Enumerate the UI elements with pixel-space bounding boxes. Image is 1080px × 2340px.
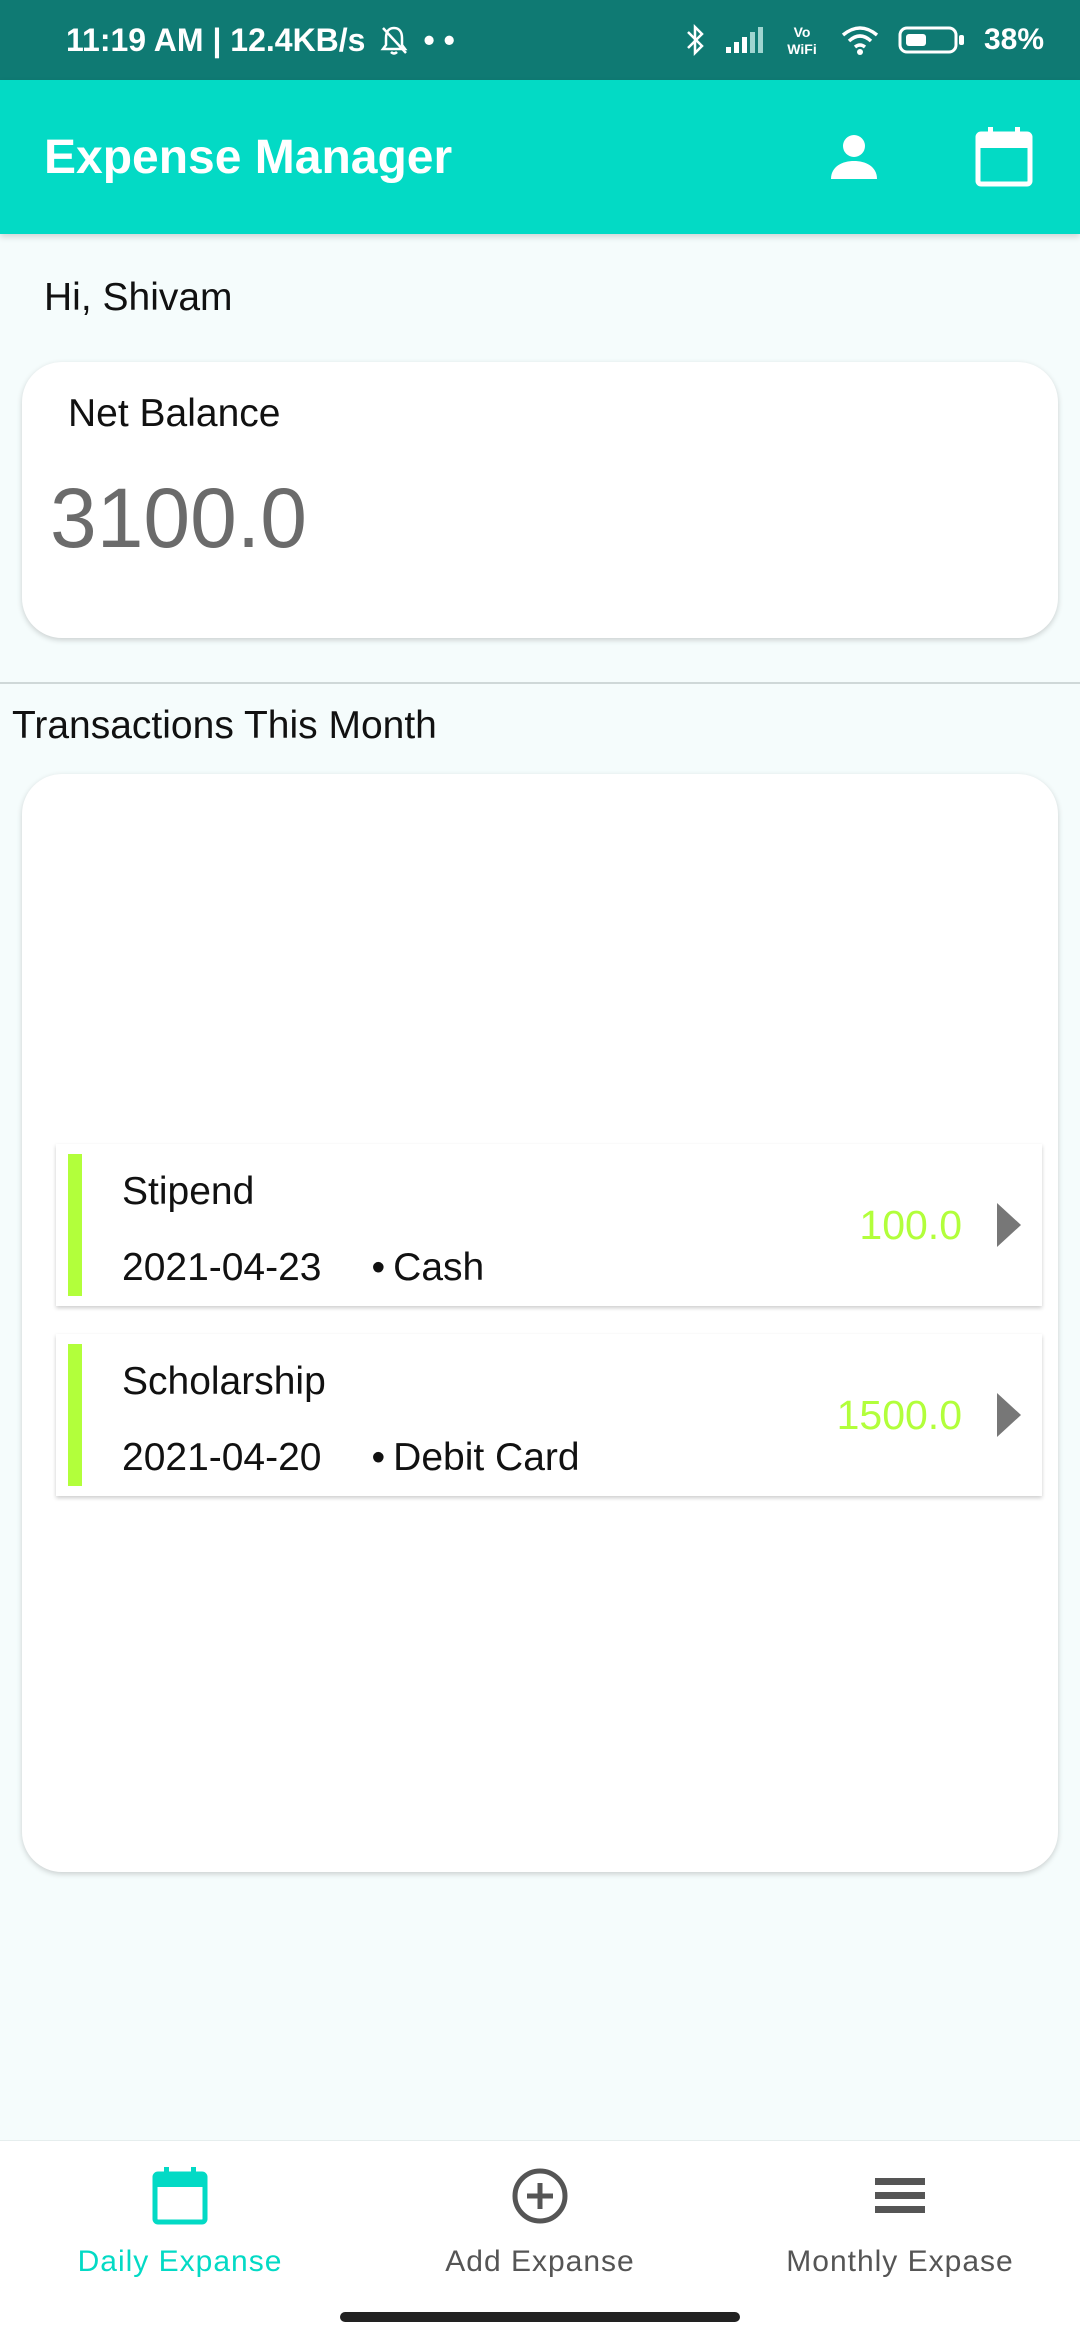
- nav-add-expanse[interactable]: Add Expanse: [360, 2141, 720, 2340]
- transaction-amount: 1500.0: [836, 1392, 962, 1438]
- transactions-title: Transactions This Month: [12, 704, 437, 747]
- chevron-right-icon: [997, 1393, 1021, 1437]
- transaction-item-stipend[interactable]: Stipend 2021-04-23 Cash 100.0: [56, 1144, 1042, 1306]
- greeting: Hi, Shivam: [44, 276, 233, 319]
- bottom-nav: Daily Expanse Add Expanse Monthly Expase: [0, 2140, 1080, 2340]
- transaction-method: Cash: [372, 1246, 484, 1290]
- transaction-name: Stipend: [122, 1170, 255, 1213]
- income-indicator: [68, 1344, 82, 1486]
- calendar-icon[interactable]: [972, 125, 1036, 189]
- status-left: 11:19 AM | 12.4KB/s • •: [66, 22, 455, 59]
- signal-icon: [724, 25, 764, 55]
- transaction-meta: 2021-04-23 Cash: [122, 1246, 484, 1290]
- profile-icon[interactable]: [822, 125, 886, 189]
- menu-icon: [869, 2165, 931, 2227]
- transactions-card: Stipend 2021-04-23 Cash 100.0 Scholarshi…: [22, 774, 1058, 1872]
- home-indicator[interactable]: [340, 2312, 740, 2322]
- wifi-icon: [840, 24, 880, 56]
- transaction-meta: 2021-04-20 Debit Card: [122, 1436, 580, 1480]
- balance-label: Net Balance: [68, 392, 281, 435]
- status-bar: 11:19 AM | 12.4KB/s • • Vo WiFi 38%: [0, 0, 1080, 80]
- nav-daily-expanse[interactable]: Daily Expanse: [0, 2141, 360, 2340]
- app-title: Expense Manager: [44, 130, 453, 184]
- status-right: Vo WiFi 38%: [684, 22, 1044, 58]
- transaction-name: Scholarship: [122, 1360, 326, 1403]
- vowifi-icon: Vo WiFi: [782, 22, 822, 58]
- income-indicator: [68, 1154, 82, 1296]
- mute-bell-icon: [379, 24, 409, 56]
- balance-card: Net Balance 3100.0: [22, 362, 1058, 638]
- battery-icon: [898, 24, 966, 56]
- nav-label: Monthly Expase: [786, 2245, 1014, 2278]
- transaction-date: 2021-04-20: [122, 1436, 322, 1479]
- divider: [0, 682, 1080, 684]
- bluetooth-icon: [684, 23, 706, 57]
- chevron-right-icon: [997, 1203, 1021, 1247]
- status-time: 11:19 AM | 12.4KB/s: [66, 21, 366, 58]
- calendar-icon: [149, 2165, 211, 2227]
- nav-label: Daily Expanse: [77, 2245, 283, 2278]
- svg-text:Vo: Vo: [794, 24, 811, 40]
- balance-value: 3100.0: [50, 471, 307, 565]
- add-circle-icon: [509, 2165, 571, 2227]
- nav-monthly-expase[interactable]: Monthly Expase: [720, 2141, 1080, 2340]
- transaction-date: 2021-04-23: [122, 1246, 322, 1289]
- transaction-item-scholarship[interactable]: Scholarship 2021-04-20 Debit Card 1500.0: [56, 1334, 1042, 1496]
- app-actions: [822, 125, 1036, 189]
- svg-text:WiFi: WiFi: [787, 41, 816, 57]
- battery-level: 38%: [983, 23, 1044, 56]
- nav-label: Add Expanse: [445, 2245, 635, 2278]
- transaction-amount: 100.0: [859, 1202, 962, 1248]
- app-bar: Expense Manager: [0, 80, 1080, 234]
- status-dots: • •: [423, 21, 455, 58]
- transaction-method: Debit Card: [372, 1436, 579, 1480]
